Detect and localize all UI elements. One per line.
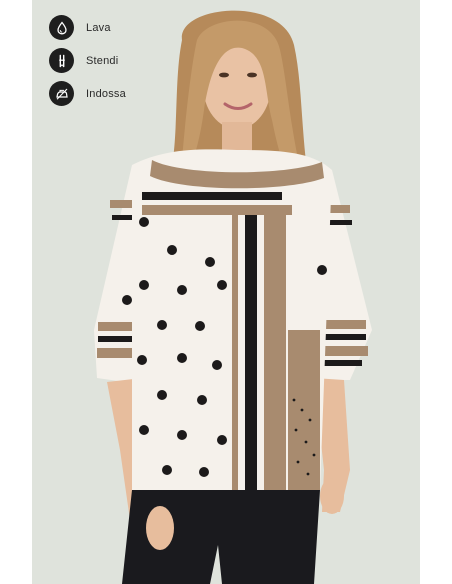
care-item-dry: Stendi (49, 47, 199, 74)
care-item-iron: Indossa (49, 80, 199, 107)
wash-water-drop-icon (49, 15, 74, 40)
care-item-wash: Lava (49, 14, 199, 41)
iron-icon (49, 81, 74, 106)
care-label-wash: Lava (86, 21, 111, 34)
care-label-iron: Indossa (86, 87, 126, 100)
hang-dry-clothespin-icon (49, 48, 74, 73)
care-instructions-list: Lava Stendi Indossa (49, 14, 199, 113)
care-label-dry: Stendi (86, 54, 119, 67)
product-page: Lava Stendi Indossa (0, 0, 452, 584)
